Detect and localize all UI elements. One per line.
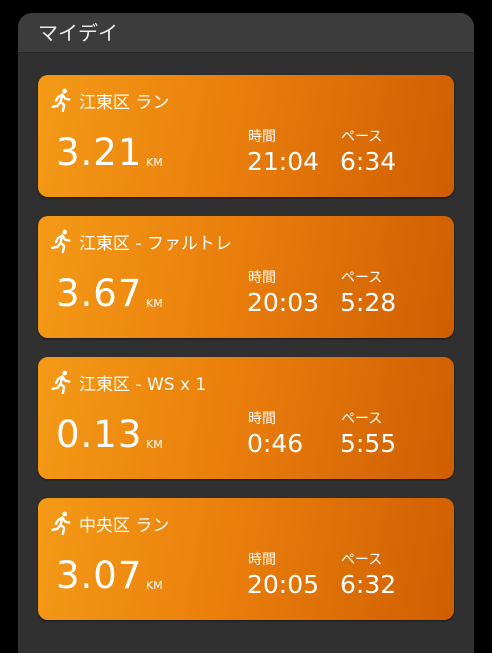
- distance-value: 3.67: [56, 272, 143, 315]
- runner-icon: [51, 229, 71, 253]
- pace-label: ペース: [341, 552, 383, 568]
- distance-unit: KM: [146, 156, 163, 169]
- distance-value: 3.07: [56, 554, 143, 597]
- time-value: 20:05: [247, 570, 320, 599]
- pace-value: 6:34: [340, 147, 397, 176]
- activity-title-row: 中央区 ラン: [50, 510, 169, 536]
- time-value: 20:03: [247, 288, 320, 317]
- runner-icon: [51, 511, 71, 535]
- activity-card[interactable]: 中央区 ラン 3.07 KM 時間 20:05 ペース 6:32: [38, 498, 454, 620]
- distance-unit: KM: [146, 438, 163, 451]
- pace-value: 5:55: [340, 429, 397, 458]
- activity-card[interactable]: 江東区 - ファルトレ 3.67 KM 時間 20:03 ペース 5:28: [38, 216, 454, 338]
- time-label: 時間: [248, 270, 276, 286]
- panel-header: マイデイ: [18, 13, 474, 53]
- runner-icon: [51, 88, 71, 112]
- time-label: 時間: [248, 552, 276, 568]
- pace-value: 5:28: [340, 288, 397, 317]
- time-value: 21:04: [247, 147, 320, 176]
- pace-label: ペース: [341, 129, 383, 145]
- activity-title: 江東区 - WS x 1: [79, 374, 207, 395]
- time-label: 時間: [248, 129, 276, 145]
- pace-label: ペース: [341, 411, 383, 427]
- activity-card[interactable]: 江東区 - WS x 1 0.13 KM 時間 0:46 ペース 5:55: [38, 357, 454, 479]
- activity-title: 中央区 ラン: [79, 515, 170, 536]
- distance-unit: KM: [146, 579, 163, 592]
- time-value: 0:46: [247, 429, 304, 458]
- activity-title: 江東区 ラン: [79, 92, 170, 113]
- activity-title: 江東区 - ファルトレ: [79, 233, 232, 254]
- distance-unit: KM: [146, 297, 163, 310]
- activity-card[interactable]: 江東区 ラン 3.21 KM 時間 21:04 ペース 6:34: [38, 75, 454, 197]
- runner-icon: [51, 370, 71, 394]
- distance-value: 3.21: [56, 131, 143, 174]
- activity-title-row: 江東区 - WS x 1: [50, 369, 206, 395]
- distance-value: 0.13: [56, 413, 143, 456]
- activity-title-row: 江東区 ラン: [50, 87, 169, 113]
- pace-label: ペース: [341, 270, 383, 286]
- pace-value: 6:32: [340, 570, 397, 599]
- activity-title-row: 江東区 - ファルトレ: [50, 228, 232, 254]
- time-label: 時間: [248, 411, 276, 427]
- my-day-panel: マイデイ 江東区 ラン 3.21 KM 時間 21:04 ペース 6:34 江東…: [18, 13, 474, 653]
- panel-title: マイデイ: [38, 21, 118, 45]
